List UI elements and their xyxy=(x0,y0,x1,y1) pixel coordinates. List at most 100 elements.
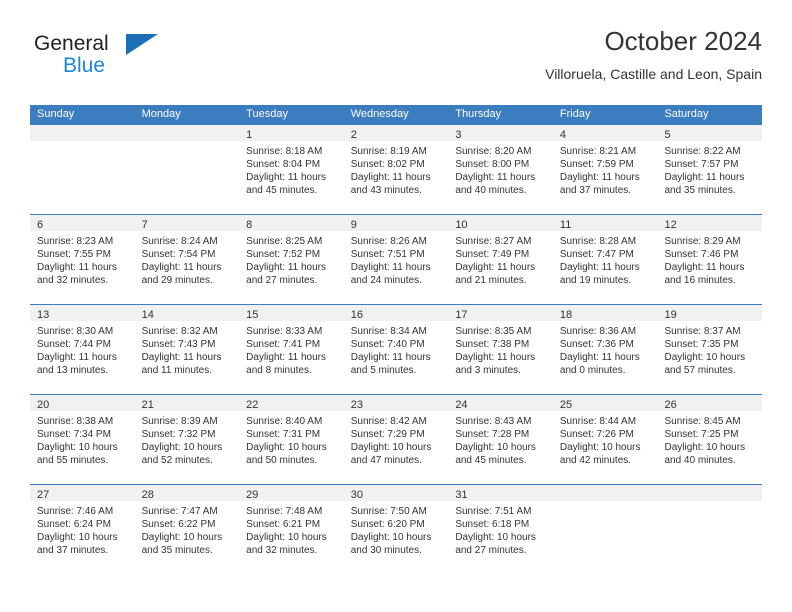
day-cell[interactable]: 4 Sunrise: 8:21 AM Sunset: 7:59 PM Dayli… xyxy=(552,125,658,214)
day-cell[interactable] xyxy=(552,485,658,574)
day-cell[interactable]: 8 Sunrise: 8:25 AM Sunset: 7:52 PM Dayli… xyxy=(239,215,344,304)
day-details: Sunrise: 8:45 AM Sunset: 7:25 PM Dayligh… xyxy=(657,411,762,467)
day-number-band: 11 xyxy=(552,215,658,231)
day-number-band: 26 xyxy=(657,395,763,411)
sunrise-text: Sunrise: 8:23 AM xyxy=(37,236,114,247)
day-details: Sunrise: 8:28 AM Sunset: 7:47 PM Dayligh… xyxy=(553,231,658,287)
page-header: General Blue October 2024 Villoruela, Ca… xyxy=(30,26,762,98)
day-cell[interactable]: 7 Sunrise: 8:24 AM Sunset: 7:54 PM Dayli… xyxy=(134,215,240,304)
daylight-text-line2: and 45 minutes. xyxy=(246,185,318,196)
day-cell[interactable]: 11 Sunrise: 8:28 AM Sunset: 7:47 PM Dayl… xyxy=(552,215,658,304)
sunset-text: Sunset: 8:00 PM xyxy=(455,159,530,170)
day-cell[interactable]: 28 Sunrise: 7:47 AM Sunset: 6:22 PM Dayl… xyxy=(134,485,240,574)
day-number-band: 31 xyxy=(448,485,553,501)
day-details: Sunrise: 8:37 AM Sunset: 7:35 PM Dayligh… xyxy=(657,321,762,377)
day-number-band: 4 xyxy=(552,125,658,141)
sunset-text: Sunset: 8:02 PM xyxy=(350,159,425,170)
day-cell[interactable]: 15 Sunrise: 8:33 AM Sunset: 7:41 PM Dayl… xyxy=(239,305,344,394)
day-cell[interactable]: 27 Sunrise: 7:46 AM Sunset: 6:24 PM Dayl… xyxy=(30,485,135,574)
daylight-text-line1: Daylight: 11 hours xyxy=(664,172,745,183)
day-details: Sunrise: 8:20 AM Sunset: 8:00 PM Dayligh… xyxy=(448,141,553,197)
sunset-text: Sunset: 7:44 PM xyxy=(37,339,111,350)
day-cell[interactable]: 3 Sunrise: 8:20 AM Sunset: 8:00 PM Dayli… xyxy=(448,125,553,214)
day-cell[interactable]: 21 Sunrise: 8:39 AM Sunset: 7:32 PM Dayl… xyxy=(134,395,240,484)
day-details xyxy=(135,141,240,145)
sunset-text: Sunset: 7:26 PM xyxy=(559,429,634,440)
day-cell[interactable]: 14 Sunrise: 8:32 AM Sunset: 7:43 PM Dayl… xyxy=(134,305,240,394)
day-number-band: 10 xyxy=(448,215,553,231)
weekday-header-sunday: Sunday xyxy=(37,108,75,120)
sunrise-text: Sunrise: 8:36 AM xyxy=(559,326,637,337)
daylight-text-line1: Daylight: 10 hours xyxy=(37,532,118,543)
day-cell[interactable]: 1 Sunrise: 8:18 AM Sunset: 8:04 PM Dayli… xyxy=(239,125,344,214)
day-details: Sunrise: 8:18 AM Sunset: 8:04 PM Dayligh… xyxy=(239,141,344,197)
day-cell[interactable]: 12 Sunrise: 8:29 AM Sunset: 7:46 PM Dayl… xyxy=(657,215,763,304)
sunrise-text: Sunrise: 8:27 AM xyxy=(455,236,532,247)
day-cell[interactable]: 18 Sunrise: 8:36 AM Sunset: 7:36 PM Dayl… xyxy=(552,305,658,394)
daylight-text-line1: Daylight: 11 hours xyxy=(664,262,745,273)
daylight-text-line1: Daylight: 11 hours xyxy=(350,262,431,273)
day-cell[interactable]: 13 Sunrise: 8:30 AM Sunset: 7:44 PM Dayl… xyxy=(30,305,135,394)
sunset-text: Sunset: 7:25 PM xyxy=(664,429,739,440)
daylight-text-line2: and 27 minutes. xyxy=(246,275,318,286)
day-cell[interactable]: 5 Sunrise: 8:22 AM Sunset: 7:57 PM Dayli… xyxy=(657,125,763,214)
day-details: Sunrise: 8:40 AM Sunset: 7:31 PM Dayligh… xyxy=(239,411,344,467)
sunrise-text: Sunrise: 7:46 AM xyxy=(37,506,114,517)
sunrise-text: Sunrise: 8:37 AM xyxy=(664,326,741,337)
day-cell[interactable]: 24 Sunrise: 8:43 AM Sunset: 7:28 PM Dayl… xyxy=(448,395,553,484)
sunrise-text: Sunrise: 8:19 AM xyxy=(350,146,427,157)
page-subtitle: Villoruela, Castille and Leon, Spain xyxy=(545,66,762,82)
day-cell[interactable]: 16 Sunrise: 8:34 AM Sunset: 7:40 PM Dayl… xyxy=(343,305,449,394)
day-number-band: 25 xyxy=(552,395,658,411)
weekday-header-monday: Monday xyxy=(141,108,181,120)
sunrise-text: Sunrise: 8:40 AM xyxy=(246,416,323,427)
daylight-text-line1: Daylight: 10 hours xyxy=(350,532,432,543)
day-number-band: 23 xyxy=(343,395,449,411)
sunset-text: Sunset: 7:41 PM xyxy=(246,339,321,350)
day-number: 19 xyxy=(664,309,677,321)
day-cell[interactable]: 17 Sunrise: 8:35 AM Sunset: 7:38 PM Dayl… xyxy=(448,305,553,394)
sunset-text: Sunset: 6:21 PM xyxy=(246,519,321,530)
day-cell[interactable]: 25 Sunrise: 8:44 AM Sunset: 7:26 PM Dayl… xyxy=(552,395,658,484)
day-number-band: 12 xyxy=(657,215,763,231)
day-cell[interactable]: 19 Sunrise: 8:37 AM Sunset: 7:35 PM Dayl… xyxy=(657,305,763,394)
sunset-text: Sunset: 7:55 PM xyxy=(37,249,111,260)
week-row: 27 Sunrise: 7:46 AM Sunset: 6:24 PM Dayl… xyxy=(30,484,763,574)
sunrise-text: Sunrise: 7:50 AM xyxy=(350,506,427,517)
sunrise-text: Sunrise: 8:20 AM xyxy=(455,146,532,157)
day-number: 31 xyxy=(455,489,468,501)
day-number: 14 xyxy=(141,309,154,321)
day-cell[interactable]: 29 Sunrise: 7:48 AM Sunset: 6:21 PM Dayl… xyxy=(239,485,344,574)
day-details xyxy=(657,501,762,505)
day-number: 5 xyxy=(664,129,671,141)
sunrise-text: Sunrise: 8:30 AM xyxy=(37,326,114,337)
day-cell[interactable]: 9 Sunrise: 8:26 AM Sunset: 7:51 PM Dayli… xyxy=(343,215,449,304)
day-cell[interactable] xyxy=(30,125,135,214)
daylight-text-line1: Daylight: 10 hours xyxy=(141,532,223,543)
sunrise-text: Sunrise: 8:28 AM xyxy=(559,236,637,247)
day-number-band xyxy=(30,125,135,141)
day-cell[interactable]: 31 Sunrise: 7:51 AM Sunset: 6:18 PM Dayl… xyxy=(448,485,553,574)
day-cell[interactable]: 10 Sunrise: 8:27 AM Sunset: 7:49 PM Dayl… xyxy=(448,215,553,304)
day-cell[interactable]: 22 Sunrise: 8:40 AM Sunset: 7:31 PM Dayl… xyxy=(239,395,344,484)
day-cell[interactable]: 2 Sunrise: 8:19 AM Sunset: 8:02 PM Dayli… xyxy=(343,125,449,214)
sunrise-text: Sunrise: 8:42 AM xyxy=(350,416,427,427)
day-details: Sunrise: 8:21 AM Sunset: 7:59 PM Dayligh… xyxy=(553,141,658,197)
day-details: Sunrise: 8:38 AM Sunset: 7:34 PM Dayligh… xyxy=(30,411,135,467)
day-number: 7 xyxy=(141,219,148,231)
day-cell[interactable] xyxy=(657,485,763,574)
day-cell[interactable]: 30 Sunrise: 7:50 AM Sunset: 6:20 PM Dayl… xyxy=(343,485,449,574)
sunrise-text: Sunrise: 8:22 AM xyxy=(664,146,741,157)
generalblue-logo[interactable]: General Blue xyxy=(30,32,260,88)
day-details: Sunrise: 8:39 AM Sunset: 7:32 PM Dayligh… xyxy=(135,411,240,467)
daylight-text-line2: and 57 minutes. xyxy=(664,365,736,376)
day-cell[interactable]: 26 Sunrise: 8:45 AM Sunset: 7:25 PM Dayl… xyxy=(657,395,763,484)
day-cell[interactable]: 20 Sunrise: 8:38 AM Sunset: 7:34 PM Dayl… xyxy=(30,395,135,484)
day-cell[interactable] xyxy=(134,125,240,214)
day-cell[interactable]: 23 Sunrise: 8:42 AM Sunset: 7:29 PM Dayl… xyxy=(343,395,449,484)
sunset-text: Sunset: 8:04 PM xyxy=(246,159,321,170)
day-number: 3 xyxy=(455,129,462,141)
daylight-text-line1: Daylight: 10 hours xyxy=(664,442,746,453)
day-details: Sunrise: 8:33 AM Sunset: 7:41 PM Dayligh… xyxy=(239,321,344,377)
day-cell[interactable]: 6 Sunrise: 8:23 AM Sunset: 7:55 PM Dayli… xyxy=(30,215,135,304)
